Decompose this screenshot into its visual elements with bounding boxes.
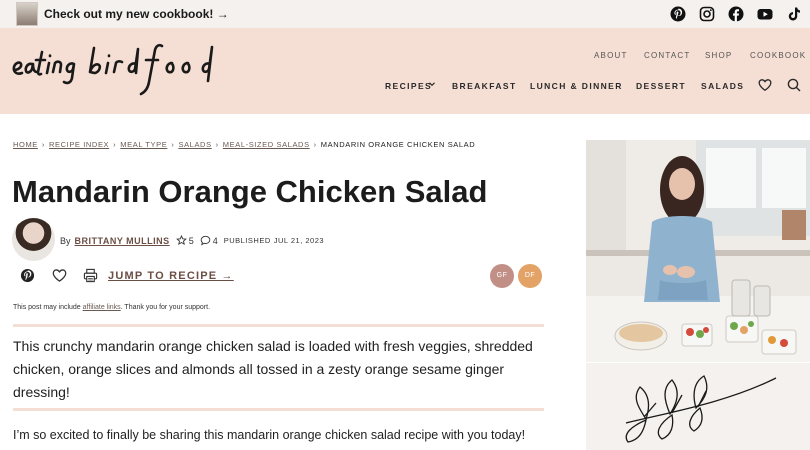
divider bbox=[13, 408, 544, 411]
breadcrumb-current: MANDARIN ORANGE CHICKEN SALAD bbox=[320, 140, 476, 149]
print-icon[interactable] bbox=[83, 268, 98, 283]
body-paragraph: I’m so excited to finally be sharing thi… bbox=[13, 428, 526, 442]
affiliate-disclosure: This post may include affiliate links. T… bbox=[13, 304, 210, 311]
nav-shop[interactable]: SHOP bbox=[705, 51, 732, 60]
author-avatar[interactable] bbox=[12, 218, 55, 261]
announcement-bar: Check out my new cookbook! → bbox=[0, 0, 810, 28]
nav-recipes-label: RECIPES bbox=[385, 81, 433, 91]
published-date: JUL 21, 2023 bbox=[273, 236, 325, 245]
rating-count: 5 bbox=[188, 235, 194, 246]
affiliate-links-link[interactable]: affiliate links bbox=[83, 304, 121, 311]
nav-recipes[interactable]: RECIPES bbox=[385, 81, 432, 91]
gluten-free-badge: GF bbox=[490, 264, 514, 288]
cookbook-promo-link[interactable]: Check out my new cookbook! → bbox=[44, 7, 229, 21]
published-label: PUBLISHED bbox=[223, 236, 271, 245]
facebook-icon[interactable] bbox=[728, 6, 744, 22]
breadcrumb-meal-type[interactable]: MEAL TYPE bbox=[120, 140, 167, 149]
page-title: Mandarin Orange Chicken Salad bbox=[12, 174, 488, 209]
leaf-illustration bbox=[586, 363, 810, 450]
nav-about[interactable]: ABOUT bbox=[594, 51, 628, 60]
cookbook-thumbnail[interactable] bbox=[16, 2, 38, 26]
nav-contact[interactable]: CONTACT bbox=[644, 51, 690, 60]
divider bbox=[13, 324, 544, 327]
site-logo[interactable] bbox=[12, 38, 248, 98]
breadcrumb-recipe-index[interactable]: RECIPE INDEX bbox=[49, 140, 109, 149]
chevron-right-icon: › bbox=[171, 140, 175, 149]
nav-lunch-dinner[interactable]: LUNCH & DINNER bbox=[530, 81, 623, 91]
byline-by-label: By bbox=[60, 235, 71, 246]
nav-salads[interactable]: SALADS bbox=[701, 81, 744, 91]
youtube-icon[interactable] bbox=[757, 6, 773, 22]
comment-count: 4 bbox=[212, 235, 218, 246]
chevron-right-icon: › bbox=[215, 140, 219, 149]
chevron-down-icon bbox=[428, 80, 436, 88]
intro-text: This crunchy mandarin orange chicken sal… bbox=[13, 338, 533, 400]
nav-cookbook[interactable]: COOKBOOK bbox=[750, 51, 806, 60]
heart-icon[interactable] bbox=[758, 78, 772, 92]
breadcrumb-home[interactable]: HOME bbox=[13, 140, 38, 149]
search-icon[interactable] bbox=[787, 78, 801, 92]
dairy-free-badge: DF bbox=[518, 264, 542, 288]
tiktok-icon[interactable] bbox=[786, 6, 802, 22]
instagram-icon[interactable] bbox=[699, 6, 715, 22]
pinterest-icon[interactable] bbox=[670, 6, 686, 22]
disclosure-prefix: This post may include bbox=[13, 304, 83, 311]
breadcrumb-meal-sized-salads[interactable]: MEAL-SIZED SALADS bbox=[223, 140, 310, 149]
author-kitchen-photo[interactable] bbox=[586, 140, 810, 362]
nav-breakfast[interactable]: BREAKFAST bbox=[452, 81, 517, 91]
pinterest-share-icon[interactable] bbox=[20, 268, 35, 283]
author-link[interactable]: BRITTANY MULLINS bbox=[75, 236, 170, 246]
breadcrumb-salads[interactable]: SALADS bbox=[178, 140, 211, 149]
chevron-right-icon: › bbox=[313, 140, 317, 149]
star-icon[interactable] bbox=[175, 235, 187, 246]
disclosure-suffix: . Thank you for your support. bbox=[120, 304, 211, 311]
nav-dessert[interactable]: DESSERT bbox=[636, 81, 686, 91]
jump-to-recipe-link[interactable]: JUMP TO RECIPE → bbox=[108, 270, 234, 282]
byline: By BRITTANY MULLINS 5 4 PUBLISHED JUL 21… bbox=[60, 235, 324, 246]
chevron-right-icon: › bbox=[113, 140, 117, 149]
comment-icon[interactable] bbox=[200, 235, 211, 246]
breadcrumb: HOME › RECIPE INDEX › MEAL TYPE › SALADS › MEAL-… bbox=[13, 140, 475, 149]
chevron-right-icon: › bbox=[41, 140, 46, 149]
save-heart-icon[interactable] bbox=[52, 268, 67, 283]
